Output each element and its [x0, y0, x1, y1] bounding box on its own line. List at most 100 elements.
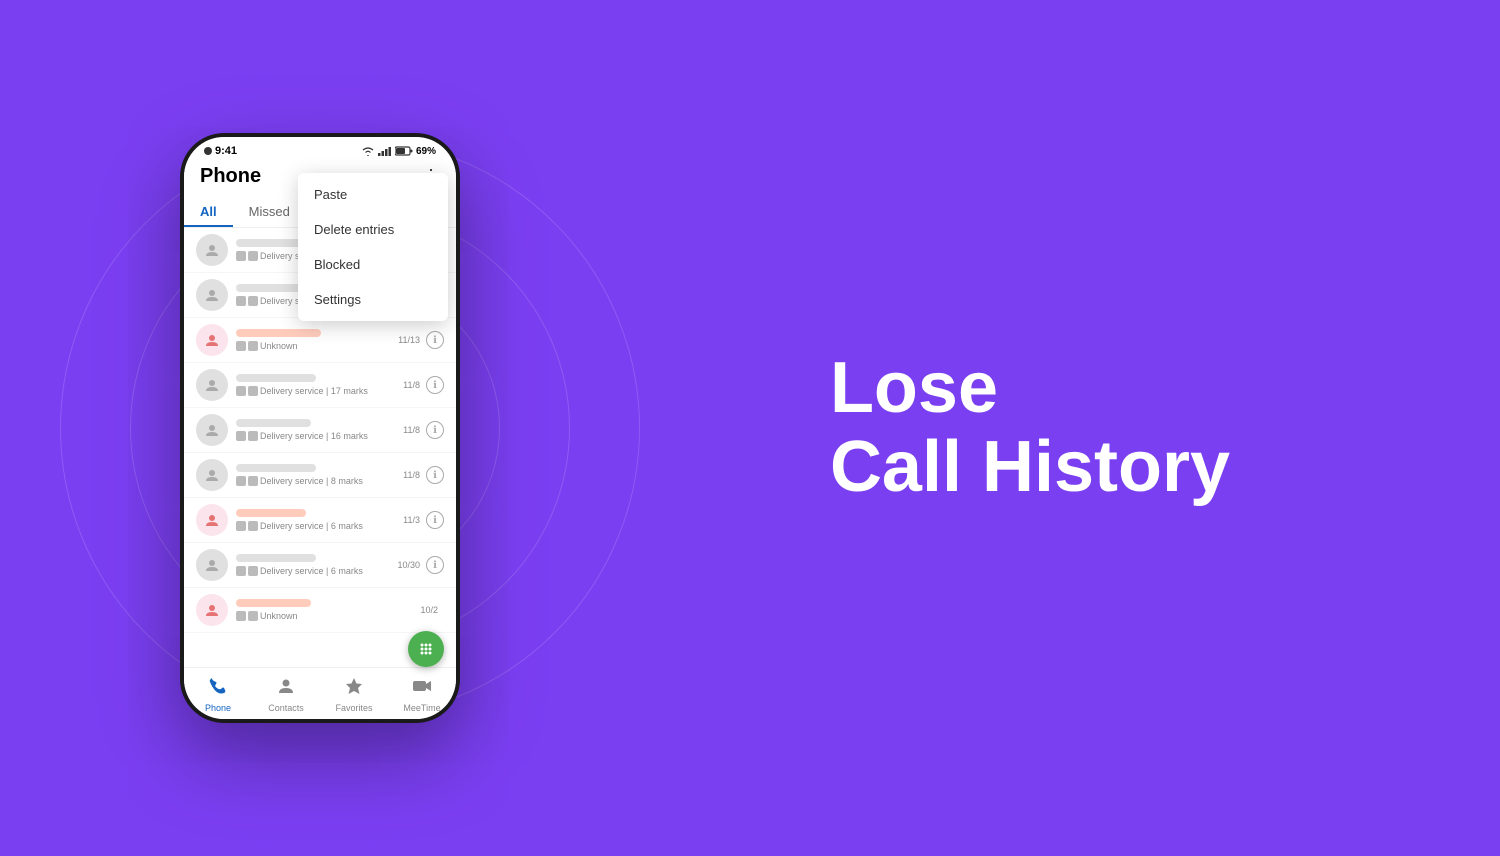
call-sub: Delivery service | 6 marks	[236, 566, 397, 576]
battery-icon	[395, 146, 413, 156]
nav-phone[interactable]: Phone	[184, 668, 252, 719]
call-sub: Delivery service | 16 marks	[236, 431, 403, 441]
call-type-icon2	[248, 521, 258, 531]
favorites-nav-label: Favorites	[335, 703, 372, 713]
call-avatar	[196, 324, 228, 356]
status-time: 9:41	[215, 145, 237, 157]
call-date: 11/3	[403, 515, 420, 525]
call-name-bar	[236, 419, 311, 427]
headline-line2: Call History	[830, 428, 1230, 507]
call-type-icon2	[248, 296, 258, 306]
phone-frame: 9:41	[180, 133, 460, 723]
call-name-bar	[236, 329, 321, 337]
call-info-button[interactable]: ℹ	[426, 331, 444, 349]
call-info: Delivery service | 6 marks	[236, 509, 403, 531]
phone-nav-label: Phone	[205, 703, 231, 713]
dialpad-icon	[417, 640, 435, 658]
headline: Lose Call History	[830, 349, 1230, 507]
call-type-icon	[236, 386, 246, 396]
camera-dot	[204, 147, 212, 155]
call-item[interactable]: Delivery service | 17 marks 11/8 ℹ	[184, 363, 456, 408]
call-item[interactable]: Unknown 11/13 ℹ	[184, 318, 456, 363]
wifi-icon	[361, 146, 375, 156]
dropdown-item-blocked[interactable]: Blocked	[298, 247, 448, 282]
call-sub: Delivery service | 6 marks	[236, 521, 403, 531]
call-type-icon	[236, 341, 246, 351]
call-type-icon	[236, 431, 246, 441]
call-info-button[interactable]: ℹ	[426, 421, 444, 439]
meetime-nav-label: MeeTime	[403, 703, 440, 713]
signal-icon	[378, 146, 392, 156]
call-date: 11/8	[403, 425, 420, 435]
headline-section: Lose Call History	[640, 349, 1500, 507]
nav-meetime[interactable]: MeeTime	[388, 668, 456, 719]
call-item[interactable]: Delivery service | 6 marks 11/3 ℹ	[184, 498, 456, 543]
call-info: Delivery service | 6 marks	[236, 554, 397, 576]
call-date: 11/13	[398, 335, 420, 345]
call-sub: Unknown	[236, 341, 398, 351]
call-avatar	[196, 549, 228, 581]
phone-section: 9:41	[0, 0, 640, 856]
call-item[interactable]: Unknown 10/2	[184, 588, 456, 633]
call-info-button[interactable]: ℹ	[426, 511, 444, 529]
call-date: 11/8	[403, 470, 420, 480]
call-type-icon	[236, 296, 246, 306]
call-avatar	[196, 414, 228, 446]
call-name-bar	[236, 599, 311, 607]
contacts-nav-icon	[276, 676, 296, 701]
call-type-icon2	[248, 341, 258, 351]
call-name-bar	[236, 554, 316, 562]
call-item[interactable]: Delivery service | 8 marks 11/8 ℹ	[184, 453, 456, 498]
nav-favorites[interactable]: Favorites	[320, 668, 388, 719]
contacts-nav-label: Contacts	[268, 703, 304, 713]
call-sub: Unknown	[236, 611, 420, 621]
call-info-button[interactable]: ℹ	[426, 466, 444, 484]
call-item[interactable]: Delivery service | 16 marks 11/8 ℹ	[184, 408, 456, 453]
call-avatar	[196, 504, 228, 536]
tab-missed[interactable]: Missed	[233, 196, 306, 227]
dropdown-item-settings[interactable]: Settings	[298, 282, 448, 317]
bottom-navigation: Phone Contacts	[184, 667, 456, 719]
dropdown-item-paste[interactable]: Paste	[298, 177, 448, 212]
call-type-icon2	[248, 566, 258, 576]
call-item[interactable]: Delivery service | 6 marks 10/30 ℹ	[184, 543, 456, 588]
nav-contacts[interactable]: Contacts	[252, 668, 320, 719]
phone-screen: 9:41	[184, 137, 456, 719]
call-info: Unknown	[236, 329, 398, 351]
call-info: Delivery service | 16 marks	[236, 419, 403, 441]
call-date: 10/2	[420, 605, 438, 615]
call-name-bar	[236, 464, 316, 472]
call-info: Delivery service | 17 marks	[236, 374, 403, 396]
call-avatar	[196, 234, 228, 266]
call-type-icon2	[248, 386, 258, 396]
call-info: Unknown	[236, 599, 420, 621]
dropdown-menu: Paste Delete entries Blocked Settings	[298, 173, 448, 321]
call-date: 11/8	[403, 380, 420, 390]
status-bar: 9:41	[184, 137, 456, 161]
call-avatar	[196, 279, 228, 311]
call-info: Delivery service | 8 marks	[236, 464, 403, 486]
phone-nav-icon	[208, 676, 228, 701]
call-type-icon	[236, 611, 246, 621]
headline-line1: Lose	[830, 348, 998, 428]
call-type-icon	[236, 476, 246, 486]
battery-percent: 69%	[416, 146, 436, 157]
call-sub: Delivery service | 8 marks	[236, 476, 403, 486]
fab-dialpad-button[interactable]	[408, 631, 444, 667]
meetime-nav-icon	[412, 676, 432, 701]
call-name-bar	[236, 509, 306, 517]
favorites-nav-icon	[344, 676, 364, 701]
call-type-icon2	[248, 251, 258, 261]
call-name-bar	[236, 374, 316, 382]
call-info-button[interactable]: ℹ	[426, 376, 444, 394]
tab-all[interactable]: All	[184, 196, 233, 227]
call-type-icon	[236, 521, 246, 531]
call-type-icon	[236, 251, 246, 261]
status-left: 9:41	[204, 145, 237, 157]
phone-app-title: Phone	[200, 165, 261, 188]
call-type-icon	[236, 566, 246, 576]
call-info-button[interactable]: ℹ	[426, 556, 444, 574]
dropdown-item-delete[interactable]: Delete entries	[298, 212, 448, 247]
call-type-icon2	[248, 476, 258, 486]
call-sub: Delivery service | 17 marks	[236, 386, 403, 396]
